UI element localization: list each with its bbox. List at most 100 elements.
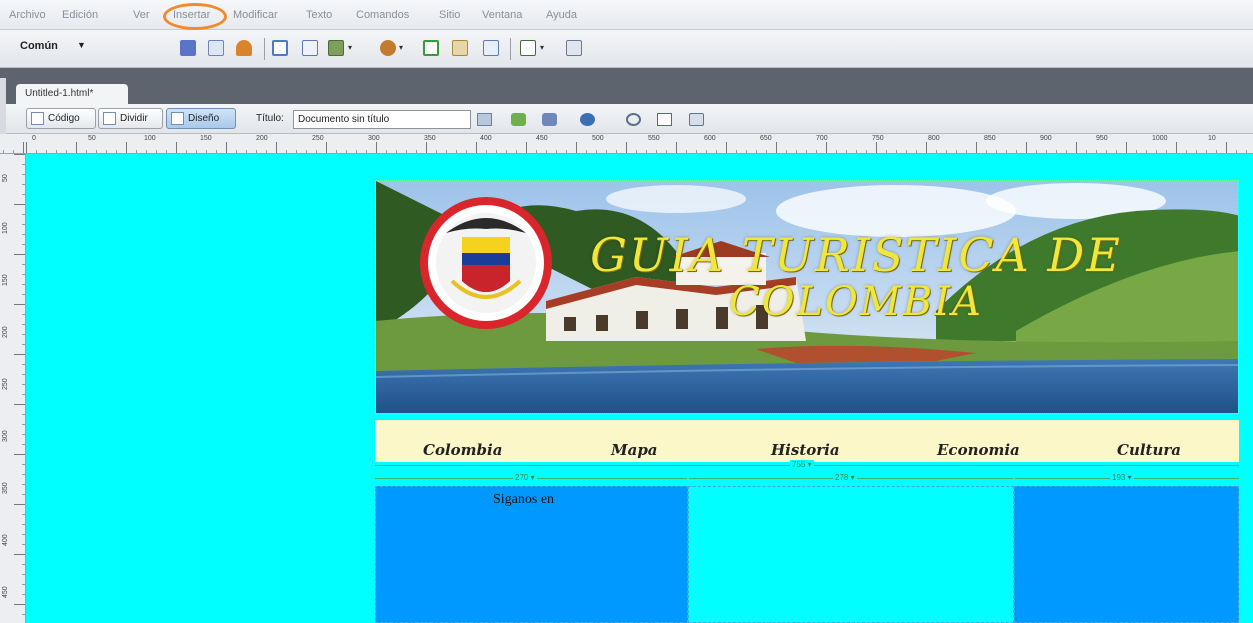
hyperlink-icon[interactable]	[180, 40, 196, 56]
content-cell-left[interactable]: Siganos en	[375, 486, 688, 623]
design-view-icon	[171, 112, 184, 125]
named-anchor-icon[interactable]	[236, 40, 252, 56]
preview-browser-icon[interactable]	[511, 113, 526, 126]
content-cell-right[interactable]	[1014, 486, 1239, 623]
split-view-label: Dividir	[120, 113, 148, 124]
ruler-tick-label: 200	[256, 135, 268, 142]
ruler-tick-label: 450	[536, 135, 548, 142]
validate-icon[interactable]	[580, 113, 595, 126]
design-view-label: Diseño	[188, 113, 220, 124]
nav-link-cultura[interactable]: Cultura	[1117, 441, 1181, 459]
column-2-width-label[interactable]: 278 ▾	[833, 473, 857, 482]
document-tab[interactable]: Untitled-1.html*	[16, 84, 128, 104]
ruler-tick-label: 250	[312, 135, 324, 142]
vertical-ruler: 50 100 150 200 250 300 350 400 450	[0, 154, 26, 623]
category-select[interactable]: Común	[20, 40, 58, 52]
menu-edicion[interactable]: Edición	[62, 9, 98, 21]
comment-icon[interactable]	[483, 40, 499, 56]
column-1-width-label[interactable]: 270 ▾	[513, 473, 537, 482]
menu-ayuda[interactable]: Ayuda	[546, 9, 577, 21]
split-view-button[interactable]: Dividir	[98, 108, 163, 129]
ruler-tick-label: 550	[648, 135, 660, 142]
visual-aids-icon[interactable]	[689, 113, 704, 126]
design-canvas[interactable]: GUIA TURISTICA DE COLOMBIA Colombia Mapa…	[26, 154, 1253, 623]
ruler-tick-label: 50	[2, 174, 9, 182]
ruler-tick-label: 750	[872, 135, 884, 142]
ruler-tick-label: 0	[32, 135, 36, 142]
toolbar-separator	[264, 38, 265, 60]
table-width-label[interactable]: 755 ▾	[790, 460, 814, 469]
nav-link-historia[interactable]: Historia	[771, 441, 840, 459]
split-view-icon	[103, 112, 116, 125]
ruler-tick-label: 850	[984, 135, 996, 142]
content-row: Siganos en	[375, 486, 1239, 623]
menu-ventana[interactable]: Ventana	[482, 9, 522, 21]
menu-sitio[interactable]: Sitio	[439, 9, 460, 21]
content-cell-center[interactable]	[688, 486, 1014, 623]
ruler-tick-label: 50	[88, 135, 96, 142]
ruler-tick-label: 700	[816, 135, 828, 142]
media-icon[interactable]	[380, 40, 396, 56]
panel-divider	[0, 68, 1253, 78]
check-browser-icon[interactable]	[542, 113, 557, 126]
chevron-down-icon[interactable]: ▼	[77, 40, 86, 50]
menu-comandos[interactable]: Comandos	[356, 9, 409, 21]
code-view-icon	[31, 112, 44, 125]
file-management-icon[interactable]	[477, 113, 492, 126]
tag-chooser-icon[interactable]	[566, 40, 582, 56]
ruler-tick-label: 100	[144, 135, 156, 142]
nav-link-economia[interactable]: Economia	[937, 441, 1020, 459]
code-view-button[interactable]: Código	[26, 108, 96, 129]
document-tab-bar: Untitled-1.html*	[6, 78, 1253, 104]
refresh-icon[interactable]	[626, 113, 641, 126]
follow-us-text: Siganos en	[493, 492, 555, 507]
navigation-row: Colombia Mapa Historia Economia Cultura	[375, 420, 1239, 462]
table-icon[interactable]	[272, 40, 288, 56]
view-options-icon[interactable]	[657, 113, 672, 126]
ruler-tick-label: 150	[2, 274, 9, 286]
title-label: Título:	[256, 113, 284, 124]
insert-toolbar: Común ▼ ▾ ▾ ▾	[0, 30, 1253, 68]
document-toolbar: Código Dividir Diseño Título:	[6, 104, 1253, 134]
code-view-label: Código	[48, 113, 80, 124]
design-view-button[interactable]: Diseño	[166, 108, 236, 129]
toolbar-separator	[510, 38, 511, 60]
images-icon[interactable]	[328, 40, 344, 56]
menu-ver[interactable]: Ver	[133, 9, 150, 21]
table-width-indicators: 755 ▾ 270 ▾ 278 ▾ 193 ▾	[375, 460, 1239, 486]
menu-texto[interactable]: Texto	[306, 9, 332, 21]
ruler-tick-label: 10	[1208, 135, 1216, 142]
ruler-tick-label: 350	[424, 135, 436, 142]
menu-archivo[interactable]: Archivo	[9, 9, 46, 21]
page-layout-table[interactable]: GUIA TURISTICA DE COLOMBIA Colombia Mapa…	[375, 180, 1239, 623]
ruler-tick-label: 150	[200, 135, 212, 142]
insert-highlight-circle	[163, 3, 227, 30]
ruler-tick-label: 800	[928, 135, 940, 142]
ruler-tick-label: 600	[704, 135, 716, 142]
menu-modificar[interactable]: Modificar	[233, 9, 278, 21]
server-side-include-icon[interactable]	[452, 40, 468, 56]
ruler-tick-label: 500	[592, 135, 604, 142]
ruler-tick-label: 250	[2, 378, 9, 390]
templates-icon[interactable]	[520, 40, 536, 56]
templates-dropdown-icon[interactable]: ▾	[540, 43, 544, 52]
banner-title-line1: GUIA TURISTICA DE	[590, 228, 1122, 282]
ruler-tick-label: 300	[368, 135, 380, 142]
menu-bar: Archivo Edición Ver Insertar Modificar T…	[0, 0, 1253, 30]
ruler-tick-label: 950	[1096, 135, 1108, 142]
ruler-tick-label: 650	[760, 135, 772, 142]
email-link-icon[interactable]	[208, 40, 224, 56]
ruler-tick-label: 350	[2, 482, 9, 494]
title-input[interactable]	[293, 110, 471, 129]
media-dropdown-icon[interactable]: ▾	[399, 43, 403, 52]
ruler-tick-label: 400	[2, 534, 9, 546]
ruler-tick-label: 300	[2, 430, 9, 442]
ruler-tick-label: 450	[2, 586, 9, 598]
insert-div-icon[interactable]	[302, 40, 318, 56]
nav-link-colombia[interactable]: Colombia	[423, 441, 502, 459]
images-dropdown-icon[interactable]: ▾	[348, 43, 352, 52]
horizontal-ruler: 0 50 100 150 200 250 300 350 400 450 500 550 600 650 7…	[0, 134, 1253, 154]
nav-link-mapa[interactable]: Mapa	[611, 441, 658, 459]
column-3-width-label[interactable]: 193 ▾	[1110, 473, 1134, 482]
date-icon[interactable]	[423, 40, 439, 56]
